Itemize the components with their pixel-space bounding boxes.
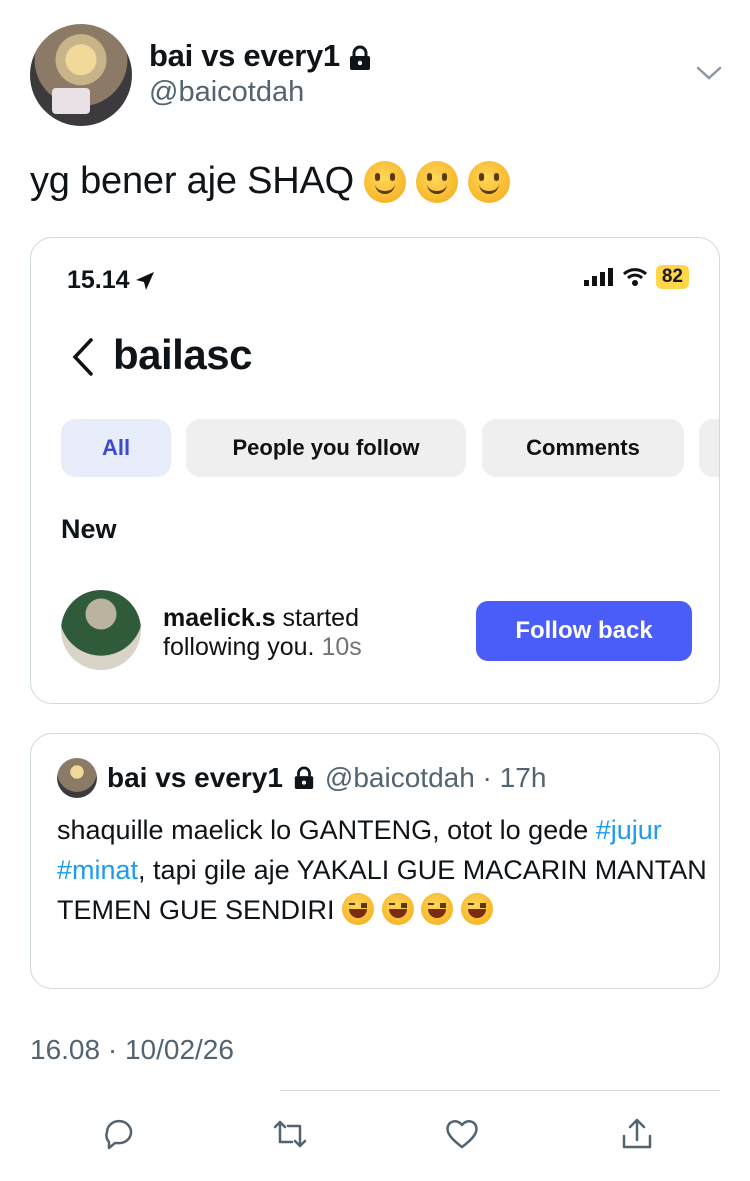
tweet-action-bar: [0, 1112, 750, 1158]
tweet-text-content: yg bener aje SHAQ: [30, 160, 354, 202]
laughing-face-icon: [381, 893, 414, 925]
hashtag-link[interactable]: #minat: [57, 855, 138, 885]
heart-icon: [446, 1120, 478, 1149]
quoted-tweet-text: shaquille maelick lo GANTENG, otot lo ge…: [57, 810, 707, 930]
notif-action-1: started: [275, 604, 359, 632]
status-bar-time: 15.14: [67, 266, 156, 295]
filter-all: All: [61, 419, 171, 477]
quoted-author-handle: @baicotdah: [324, 762, 475, 793]
filter-comments: Comments: [482, 419, 684, 477]
wifi-icon: [622, 268, 647, 286]
smiling-face-icon: [416, 160, 458, 203]
rolling-laughing-face-icon: [460, 893, 493, 925]
quoted-tweet-time: 17h: [499, 762, 547, 793]
status-time-text: 15.14: [67, 266, 130, 294]
follow-notification: maelick.s started following you. 10s: [163, 604, 362, 662]
reply-icon: [105, 1119, 133, 1150]
quoted-tweet-header: bai vs every1 @baicotdah · 17h: [57, 758, 546, 798]
smiling-face-icon: [468, 160, 510, 203]
share-button[interactable]: [615, 1112, 659, 1156]
follower-avatar: [61, 590, 141, 670]
retweet-button[interactable]: [268, 1112, 312, 1156]
tweet-timestamp[interactable]: 16.08 · 10/02/26: [30, 1034, 234, 1066]
retweet-icon: [273, 1120, 307, 1148]
back-arrow-icon: [72, 338, 93, 376]
reply-button[interactable]: [97, 1112, 141, 1156]
quoted-text-part1: shaquille maelick lo GANTENG, otot lo ge…: [57, 815, 596, 845]
quoted-author-avatar: [57, 758, 97, 798]
author-name-text: bai vs every1: [149, 38, 340, 73]
notif-action-2: following you.: [163, 633, 315, 661]
quoted-tweet[interactable]: bai vs every1 @baicotdah · 17h shaquille…: [30, 733, 720, 989]
ig-section-heading: New: [61, 514, 117, 544]
laughing-face-icon: [342, 893, 375, 925]
filter-people-you-follow: People you follow: [186, 419, 466, 477]
ig-username-title: bailasc: [113, 331, 252, 378]
notif-time: 10s: [321, 633, 362, 661]
hashtag-link[interactable]: #jujur: [596, 815, 662, 845]
author-display-name[interactable]: bai vs every1: [149, 38, 372, 74]
rolling-laughing-face-icon: [421, 893, 454, 925]
battery-level: 82: [655, 265, 689, 289]
author-handle[interactable]: @baicotdah: [149, 76, 304, 109]
filter-more: [699, 419, 719, 477]
divider: [280, 1090, 720, 1091]
share-icon: [622, 1118, 652, 1149]
smiling-face-icon: [364, 160, 406, 203]
lock-icon: [348, 43, 372, 70]
follower-username: maelick.s: [163, 604, 276, 632]
author-avatar[interactable]: [30, 24, 132, 126]
status-bar-indicators: 82: [583, 265, 689, 289]
like-button[interactable]: [440, 1112, 484, 1156]
quoted-author-name: bai vs every1: [107, 762, 283, 793]
lock-icon: [294, 766, 314, 789]
tweet-media-image[interactable]: 15.14 82 bailasc All People you follow C…: [30, 237, 720, 704]
chevron-down-icon[interactable]: [695, 62, 723, 84]
quoted-text-part2: , tapi gile aje YAKALI GUE MACARIN MANTA…: [57, 855, 707, 925]
follow-back-button: Follow back: [476, 601, 692, 661]
location-arrow-icon: [135, 271, 154, 290]
signal-icon: [583, 268, 613, 286]
tweet-text: yg bener aje SHAQ: [30, 160, 510, 203]
